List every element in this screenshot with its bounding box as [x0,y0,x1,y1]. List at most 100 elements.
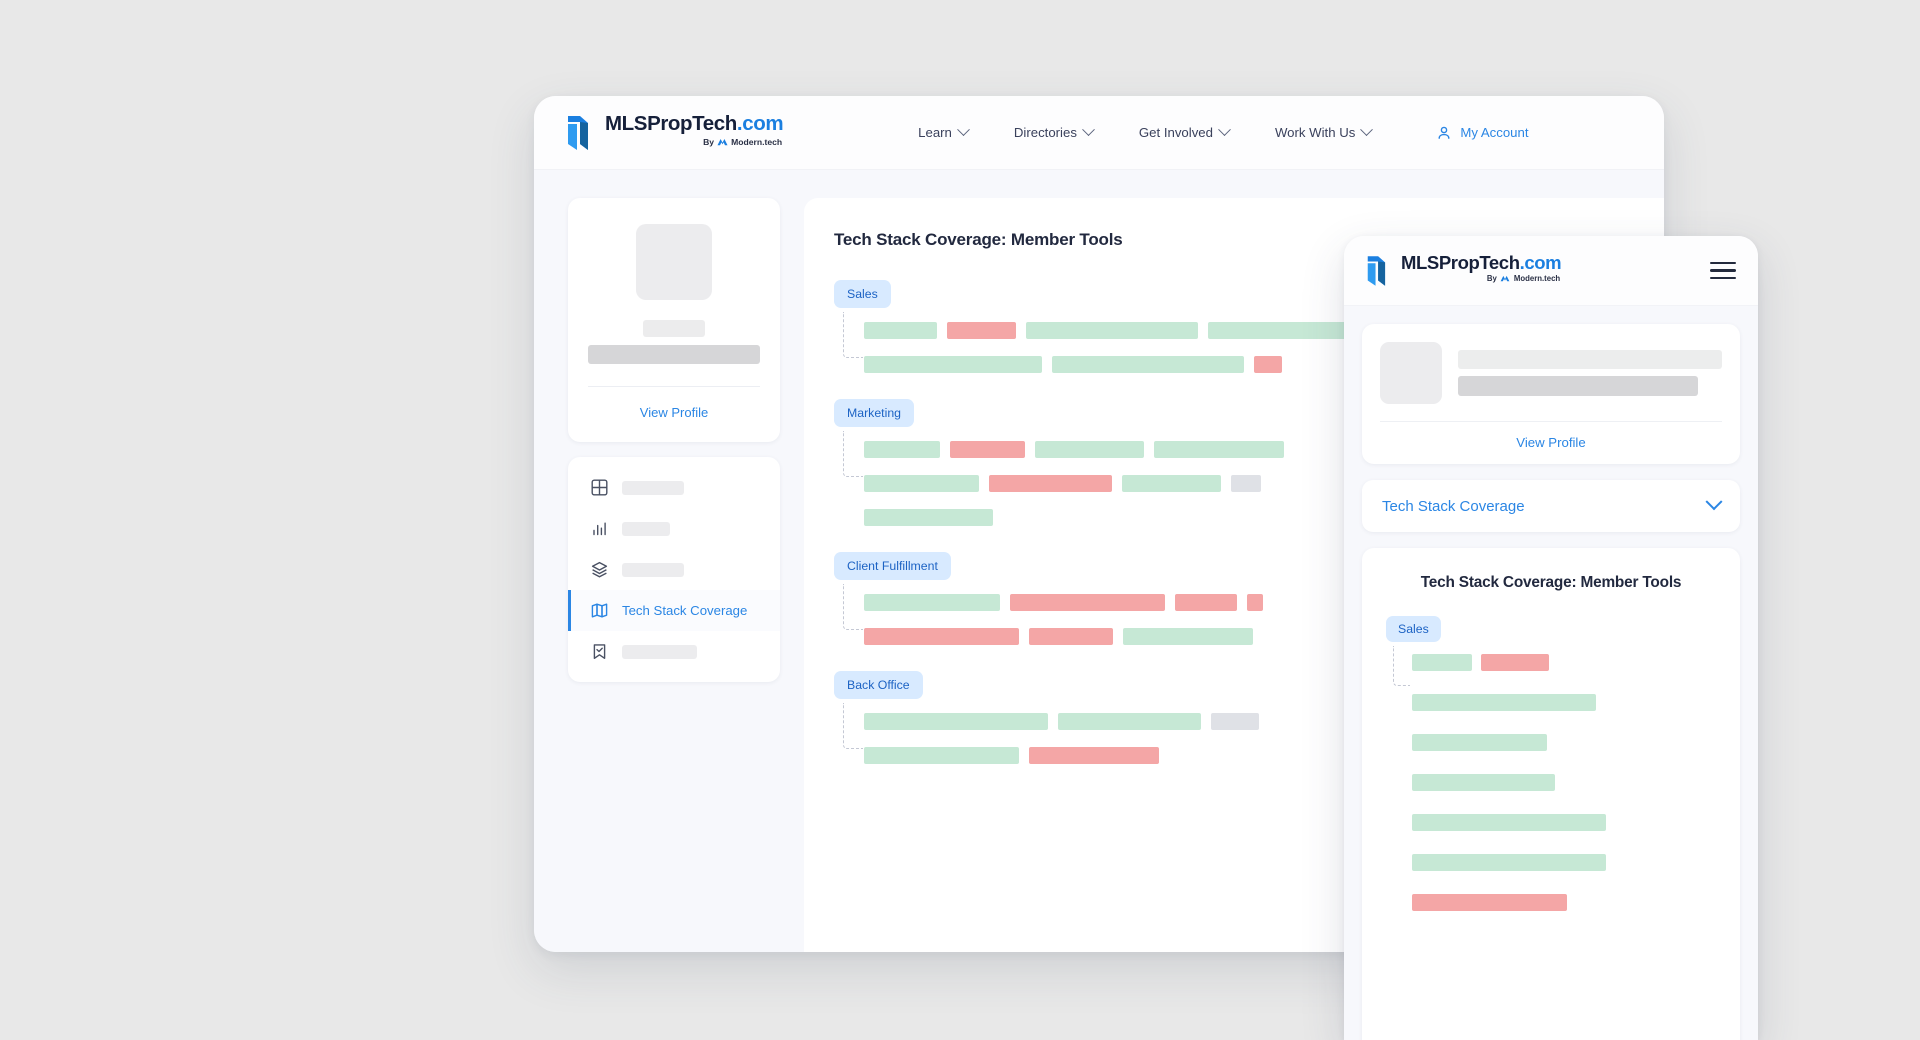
nav-item-label: Get Involved [1138,125,1213,140]
connector-line [1393,646,1410,686]
coverage-bar [1175,594,1237,611]
nav-item-get-involved[interactable]: Get Involved [1116,117,1252,148]
chevron-down-icon [1360,123,1374,137]
divider [588,386,760,387]
sidebar-item-label-placeholder [622,480,684,495]
modern-tech-logo-icon [717,138,728,146]
sidebar-item-layers[interactable] [568,549,780,590]
coverage-bar [1412,654,1472,671]
coverage-bar [1412,814,1606,831]
mobile-body: View Profile Tech Stack Coverage Tech St… [1344,306,1758,1040]
view-profile-link[interactable]: View Profile [1380,422,1722,464]
coverage-bar [1211,713,1259,730]
mobile-page-title: Tech Stack Coverage: Member Tools [1420,574,1682,591]
coverage-bar [950,441,1025,458]
brand-logo-text: MLSPropTech.com By Modern.tech [1401,252,1562,284]
brand-logo[interactable]: MLSPropTech.com By Modern.tech [566,112,784,152]
brand-name: MLSPropTech.com [1401,252,1562,273]
coverage-bar [1123,628,1253,645]
category-badge[interactable]: Sales [834,280,891,308]
category-badge[interactable]: Sales [1386,616,1441,642]
layers-icon [590,560,609,579]
profile-name-placeholder [643,320,705,337]
brand-byline: By Modern.tech [1486,274,1561,284]
mobile-profile-top [1380,342,1722,404]
map-icon [590,601,609,620]
coverage-bar [1122,475,1221,492]
mobile-dropdown-label: Tech Stack Coverage [1382,497,1525,515]
category-badge[interactable]: Back Office [834,671,923,699]
sidebar-item-label-placeholder [622,562,684,577]
coverage-bar [1052,356,1244,373]
connector-line [843,431,863,477]
nav-item-directories[interactable]: Directories [991,117,1116,148]
coverage-bar [864,594,1000,611]
mobile-header: MLSPropTech.com By Modern.tech [1344,236,1758,306]
bar-row [1412,854,1716,871]
coverage-bar [1412,734,1547,751]
sidebar-item-analytics[interactable] [568,508,780,549]
bar-row [1412,814,1716,831]
main-navigation: Learn Directories Get Involved Work With… [895,117,1394,148]
coverage-bar [864,713,1048,730]
chevron-down-icon [1218,123,1231,137]
desktop-header: MLSPropTech.com By Modern.tech Learn Dir… [534,96,1664,170]
view-profile-link[interactable]: View Profile [588,405,760,420]
hamburger-bar [1710,261,1736,265]
coverage-bar [864,441,940,458]
chevron-down-icon [1082,123,1095,137]
profile-subtitle-placeholder [1458,376,1699,396]
bookmark-check-icon [590,642,609,661]
mobile-window: MLSPropTech.com By Modern.tech View Prof… [1344,236,1758,1040]
mobile-profile-card: View Profile [1362,324,1740,464]
coverage-bar [864,475,979,492]
coverage-bar [947,322,1016,339]
coverage-bar [1231,475,1261,492]
coverage-bar [1058,713,1201,730]
category-badge[interactable]: Client Fulfillment [834,552,951,580]
hamburger-bar [1710,276,1736,280]
coverage-bar [1412,694,1596,711]
brand-logo-mobile[interactable]: MLSPropTech.com By Modern.tech [1366,252,1562,288]
nav-item-learn[interactable]: Learn [895,117,991,148]
screenshot-stage: MLSPropTech.com By Modern.tech Learn Dir… [0,0,1920,1040]
sidebar-item-saved[interactable] [568,631,780,672]
connector-line [843,584,863,630]
connector-line [843,703,863,749]
coverage-bar [1029,747,1159,764]
connector-line [843,312,863,358]
mobile-content-panel: Tech Stack Coverage: Member Tools Sales [1362,548,1740,1040]
coverage-bar [1412,774,1555,791]
coverage-bar [1254,356,1282,373]
hamburger-bar [1710,269,1736,272]
coverage-bar [1154,441,1284,458]
sidebar-item-tech-stack-coverage[interactable]: Tech Stack Coverage [568,590,780,631]
my-account-button[interactable]: My Account [1436,125,1529,141]
coverage-bar [1412,894,1567,911]
nav-item-work-with-us[interactable]: Work With Us [1252,117,1394,148]
mobile-profile-text-placeholders [1458,342,1722,396]
hamburger-menu-icon[interactable] [1710,257,1736,284]
sidebar-item-dashboard[interactable] [568,467,780,508]
user-icon [1436,125,1452,141]
sidebar-item-label: Tech Stack Coverage [622,603,748,618]
avatar-placeholder [636,224,712,300]
mobile-section-dropdown[interactable]: Tech Stack Coverage [1362,480,1740,532]
chevron-down-icon [957,123,970,137]
mlsproptech-logo-icon [1366,254,1392,288]
brand-name: MLSPropTech.com [605,112,784,135]
grid-icon [590,478,609,497]
sidebar-item-label-placeholder [622,521,670,536]
coverage-bar [864,322,937,339]
profile-name-placeholder [1458,350,1722,369]
coverage-bar [864,747,1019,764]
nav-item-label: Learn [918,125,952,140]
category-badge[interactable]: Marketing [834,399,914,427]
nav-item-label: Directories [1013,125,1077,140]
bar-row [1412,734,1716,751]
chevron-down-icon [1705,493,1723,511]
coverage-bar [1035,441,1144,458]
bar-row [1412,654,1716,671]
sidebar-nav: Tech Stack Coverage [568,457,780,682]
sidebar-item-label-placeholder [622,644,697,659]
